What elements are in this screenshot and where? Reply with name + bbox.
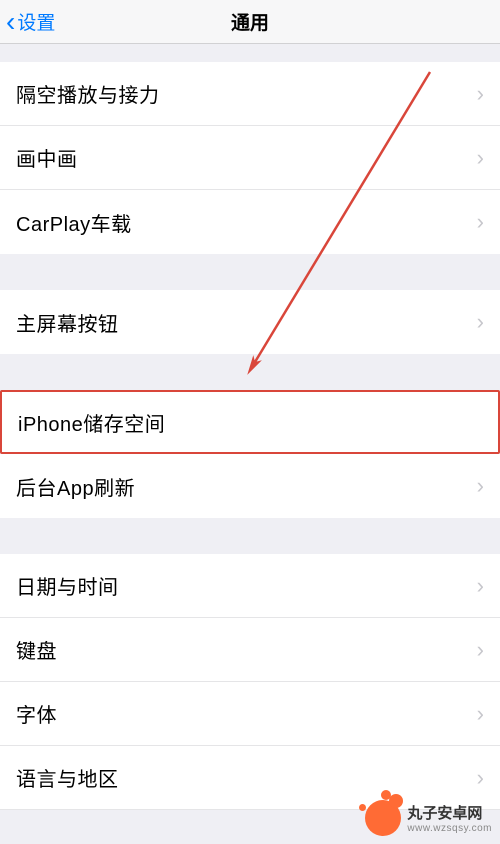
chevron-right-icon: › bbox=[477, 81, 484, 107]
list-item-carplay[interactable]: CarPlay车载 › bbox=[0, 190, 500, 254]
chevron-right-icon: › bbox=[477, 473, 484, 499]
section-separator bbox=[0, 254, 500, 290]
watermark-logo-icon bbox=[365, 800, 401, 836]
chevron-right-icon: › bbox=[477, 145, 484, 171]
back-button[interactable]: ‹ 设置 bbox=[0, 8, 55, 36]
list-item-home-button[interactable]: 主屏幕按钮 › bbox=[0, 290, 500, 354]
list-item-label: 主屏幕按钮 bbox=[16, 308, 119, 337]
list-item-date-time[interactable]: 日期与时间 › bbox=[0, 554, 500, 618]
chevron-right-icon: › bbox=[477, 765, 484, 791]
list-item-label: iPhone储存空间 bbox=[18, 408, 165, 437]
back-label: 设置 bbox=[17, 8, 55, 35]
watermark: 丸子安卓网 www.wzsqsy.com bbox=[365, 800, 492, 836]
list-item-label: 后台App刷新 bbox=[16, 472, 135, 501]
navigation-bar: ‹ 设置 通用 bbox=[0, 0, 500, 44]
list-item-label: 键盘 bbox=[16, 635, 57, 664]
list-item-iphone-storage[interactable]: iPhone储存空间 › bbox=[0, 390, 500, 454]
section-separator bbox=[0, 354, 500, 390]
list-item-airplay-handoff[interactable]: 隔空播放与接力 › bbox=[0, 62, 500, 126]
list-item-label: CarPlay车载 bbox=[16, 208, 132, 237]
chevron-right-icon: › bbox=[477, 637, 484, 663]
list-item-label: 字体 bbox=[16, 699, 57, 728]
section-separator bbox=[0, 44, 500, 62]
list-item-background-app-refresh[interactable]: 后台App刷新 › bbox=[0, 454, 500, 518]
chevron-right-icon: › bbox=[477, 309, 484, 335]
list-item-label: 隔空播放与接力 bbox=[16, 79, 160, 108]
list-item-label: 画中画 bbox=[16, 143, 78, 172]
watermark-text: 丸子安卓网 www.wzsqsy.com bbox=[407, 802, 492, 834]
list-item-keyboard[interactable]: 键盘 › bbox=[0, 618, 500, 682]
watermark-name: 丸子安卓网 bbox=[407, 802, 482, 823]
watermark-url: www.wzsqsy.com bbox=[407, 823, 492, 834]
chevron-left-icon: ‹ bbox=[6, 8, 15, 36]
section-separator bbox=[0, 518, 500, 554]
list-item-label: 日期与时间 bbox=[16, 571, 119, 600]
list-item-fonts[interactable]: 字体 › bbox=[0, 682, 500, 746]
chevron-right-icon: › bbox=[477, 701, 484, 727]
list-item-picture-in-picture[interactable]: 画中画 › bbox=[0, 126, 500, 190]
page-title: 通用 bbox=[231, 8, 269, 35]
chevron-right-icon: › bbox=[477, 209, 484, 235]
chevron-right-icon: › bbox=[477, 573, 484, 599]
list-item-label: 语言与地区 bbox=[16, 763, 119, 792]
